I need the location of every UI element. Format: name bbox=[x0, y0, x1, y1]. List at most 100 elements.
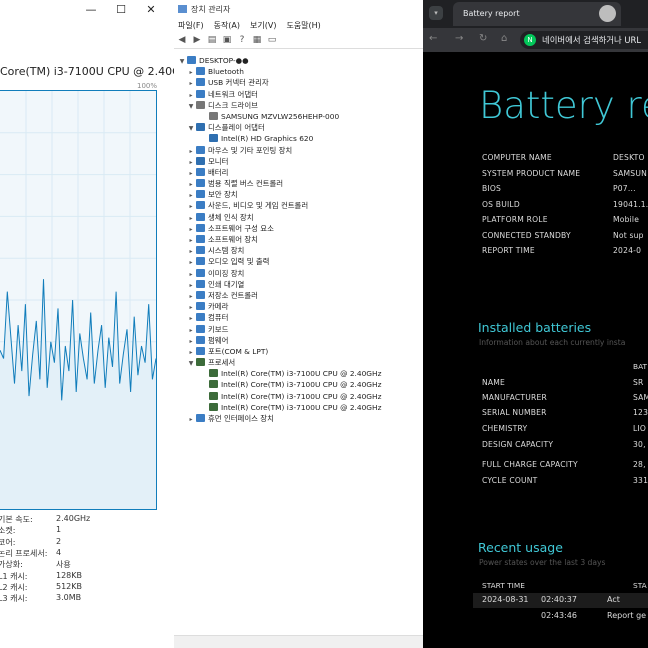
scan-hardware-icon[interactable]: ▭ bbox=[266, 35, 278, 46]
tree-node[interactable]: ▼ DESKTOP-●● bbox=[178, 55, 423, 66]
tree-node[interactable]: ▸ 카메라 bbox=[178, 301, 423, 312]
back-icon[interactable]: ← bbox=[429, 33, 437, 44]
tree-node[interactable]: ▸ 펌웨어 bbox=[178, 335, 423, 346]
home-icon[interactable]: ⌂ bbox=[501, 33, 507, 44]
back-arrow-icon[interactable]: ◀ bbox=[176, 35, 188, 46]
network-icon bbox=[196, 89, 205, 98]
tree-node[interactable]: SAMSUNG MZVLW256HEHP-000 bbox=[178, 111, 423, 122]
tree-node-label: 생체 인식 장치 bbox=[208, 212, 254, 222]
profile-avatar[interactable] bbox=[599, 5, 616, 22]
stat-value: 128KB bbox=[56, 570, 83, 580]
device-manager-app-icon bbox=[178, 5, 187, 13]
tree-node[interactable]: Intel(R) Core(TM) i3-7100U CPU @ 2.40GHz bbox=[178, 379, 423, 390]
tree-node[interactable]: ▸ 이미징 장치 bbox=[178, 268, 423, 279]
system-info-row: CONNECTED STANDBY Not sup bbox=[482, 231, 644, 240]
tree-node[interactable]: ▸ 모니터 bbox=[178, 156, 423, 167]
maximize-button[interactable]: ☐ bbox=[106, 3, 136, 17]
info-value: 28, bbox=[633, 460, 646, 469]
tree-node[interactable]: ▸ 시스템 장치 bbox=[178, 245, 423, 256]
info-value: 2024-0 bbox=[613, 246, 642, 255]
device-manager-titlebar: 장치 관리자 bbox=[174, 0, 423, 18]
tree-node[interactable]: ▸ 보안 장치 bbox=[178, 189, 423, 200]
info-key: OS BUILD bbox=[482, 199, 520, 209]
computer-icon bbox=[187, 56, 196, 64]
omnibox[interactable]: N 네이버에서 검색하거나 URL bbox=[520, 31, 648, 49]
stat-value: 1 bbox=[56, 525, 62, 535]
tree-node[interactable]: Intel(R) HD Graphics 620 bbox=[178, 133, 423, 144]
tree-node[interactable]: ▸ 소프트웨어 장치 bbox=[178, 234, 423, 245]
tree-node[interactable]: Intel(R) Core(TM) i3-7100U CPU @ 2.40GHz bbox=[178, 368, 423, 379]
tree-node[interactable]: ▸ USB 커넥터 관리자 bbox=[178, 77, 423, 88]
forward-icon[interactable]: → bbox=[455, 33, 463, 44]
info-value: 331 bbox=[633, 476, 648, 485]
properties-icon[interactable]: ▤ bbox=[206, 35, 218, 46]
tree-node[interactable]: ▸ 오디오 입력 및 출력 bbox=[178, 256, 423, 267]
omnibox-placeholder: 네이버에서 검색하거나 URL bbox=[542, 35, 641, 45]
printer-icon bbox=[196, 279, 205, 288]
tree-node[interactable]: ▼ 디스플레이 어댑터 bbox=[178, 122, 423, 133]
usb-icon bbox=[196, 179, 205, 188]
tree-node-label: 소프트웨어 구성 요소 bbox=[208, 223, 274, 233]
tab-search-icon[interactable]: ▾ bbox=[429, 6, 443, 20]
address-bar: ← → ↻ ⌂ N 네이버에서 검색하거나 URL bbox=[423, 28, 648, 52]
tree-node[interactable]: ▸ 포트(COM & LPT) bbox=[178, 346, 423, 357]
bluetooth-icon bbox=[196, 67, 205, 76]
biometric-icon bbox=[196, 212, 205, 221]
tree-node[interactable]: ▸ 휴먼 인터페이스 장치 bbox=[178, 413, 423, 424]
camera-icon bbox=[196, 302, 205, 311]
tree-node[interactable]: Intel(R) Core(TM) i3-7100U CPU @ 2.40GHz bbox=[178, 402, 423, 413]
tree-node[interactable]: ▸ 범용 직렬 버스 컨트롤러 bbox=[178, 178, 423, 189]
tree-node[interactable]: ▸ 컴퓨터 bbox=[178, 312, 423, 323]
close-button[interactable]: ✕ bbox=[136, 3, 166, 17]
stat-value: 512KB bbox=[56, 581, 83, 591]
stat-row: 소켓: 1 bbox=[0, 525, 174, 536]
horizontal-scrollbar[interactable] bbox=[174, 635, 423, 648]
stat-row: L2 캐시: 512KB bbox=[0, 582, 174, 593]
system-info-row: COMPUTER NAME DESKTO bbox=[482, 153, 644, 162]
info-value: SAMSUN bbox=[613, 168, 647, 178]
tree-node-label: 키보드 bbox=[208, 324, 229, 334]
tree-node-label: 디스크 드라이브 bbox=[208, 100, 258, 110]
info-value: 19041.1.a bbox=[613, 199, 648, 209]
stat-key: L3 캐시: bbox=[0, 594, 28, 604]
tree-node[interactable]: ▸ 네트워크 어댑터 bbox=[178, 89, 423, 100]
expand-toggle-icon[interactable]: ▸ bbox=[187, 414, 195, 425]
tree-node[interactable]: ▸ 사운드, 비디오 및 게임 컨트롤러 bbox=[178, 200, 423, 211]
usage-time: 02:40:37 bbox=[541, 595, 577, 604]
refresh-icon[interactable]: ▣ bbox=[221, 35, 233, 46]
state-header: STA bbox=[633, 581, 647, 590]
menu-bar: 파일(F) 동작(A) 보기(V) 도움말(H) bbox=[174, 18, 423, 32]
tree-node-label: DESKTOP-●● bbox=[199, 56, 249, 65]
tree-node[interactable]: ▸ 배터리 bbox=[178, 167, 423, 178]
usage-row: 02:43:46 Report ge bbox=[473, 609, 648, 624]
tree-node[interactable]: ▸ 마우스 및 기타 포인팅 장치 bbox=[178, 145, 423, 156]
tree-node[interactable]: Intel(R) Core(TM) i3-7100U CPU @ 2.40GHz bbox=[178, 391, 423, 402]
tree-node[interactable]: ▼ 프로세서 bbox=[178, 357, 423, 368]
stat-key: 소켓: bbox=[0, 526, 16, 536]
menu-item[interactable]: 도움말(H) bbox=[286, 20, 320, 31]
reload-icon[interactable]: ↻ bbox=[479, 33, 487, 44]
info-key: SERIAL NUMBER bbox=[482, 408, 547, 417]
tree-node[interactable]: ▸ 소프트웨어 구성 요소 bbox=[178, 223, 423, 234]
tree-node[interactable]: ▸ Bluetooth bbox=[178, 66, 423, 77]
tree-node-label: 이미징 장치 bbox=[208, 268, 245, 278]
menu-item[interactable]: 보기(V) bbox=[250, 20, 276, 31]
tree-node[interactable]: ▸ 저장소 컨트롤러 bbox=[178, 290, 423, 301]
forward-arrow-icon[interactable]: ▶ bbox=[191, 35, 203, 46]
sound-icon bbox=[196, 201, 205, 210]
tab-battery-report[interactable]: Battery report ✕ bbox=[453, 2, 621, 26]
minimize-button[interactable]: — bbox=[76, 3, 106, 17]
tree-node-label: 저장소 컨트롤러 bbox=[208, 290, 258, 300]
cpu-model-label: Core(TM) i3-7100U CPU @ 2.40GHz bbox=[0, 65, 174, 78]
tree-node[interactable]: ▸ 생체 인식 장치 bbox=[178, 212, 423, 223]
tree-node[interactable]: ▼ 디스크 드라이브 bbox=[178, 100, 423, 111]
tree-node[interactable]: ▸ 인쇄 대기열 bbox=[178, 279, 423, 290]
menu-item[interactable]: 동작(A) bbox=[214, 20, 240, 31]
info-key: BIOS bbox=[482, 184, 502, 193]
menu-item[interactable]: 파일(F) bbox=[178, 20, 204, 31]
update-driver-icon[interactable]: ▦ bbox=[251, 35, 263, 46]
tree-node[interactable]: ▸ 키보드 bbox=[178, 324, 423, 335]
tree-node-label: 프로세서 bbox=[208, 358, 236, 368]
info-key: MANUFACTURER bbox=[482, 393, 547, 402]
help-icon[interactable]: ? bbox=[236, 35, 248, 46]
